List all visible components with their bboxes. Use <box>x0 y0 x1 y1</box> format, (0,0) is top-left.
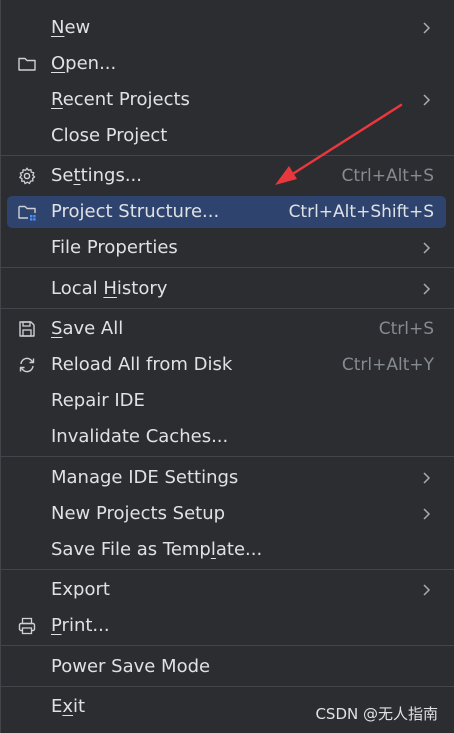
chevron-right-icon <box>423 283 431 295</box>
chevron-right-icon <box>423 242 431 254</box>
menu-item-reload-all-from-disk[interactable]: Reload All from Disk Ctrl+Alt+Y <box>7 349 446 381</box>
watermark: CSDN @无人指南 <box>315 705 438 723</box>
separator <box>1 456 454 457</box>
menu-item-label: File Properties <box>51 237 178 258</box>
print-icon <box>18 617 36 635</box>
file-menu: New Open... Recent Projects Close Projec… <box>0 0 454 733</box>
menu-item-file-properties[interactable]: File Properties <box>7 232 446 264</box>
menu-item-settings[interactable]: Settings... Ctrl+Alt+S <box>7 160 446 192</box>
menu-item-label: Save File as Template... <box>51 539 263 560</box>
menu-item-label: Power Save Mode <box>51 656 211 677</box>
menu-item-label: Reload All from Disk <box>51 354 233 375</box>
menu-item-label: Local History <box>51 278 168 299</box>
separator <box>1 308 454 309</box>
menu-item-label: Recent Projects <box>51 89 190 110</box>
menu-item-recent-projects[interactable]: Recent Projects <box>7 84 446 116</box>
chevron-right-icon <box>423 22 431 34</box>
menu-item-project-structure[interactable]: Project Structure... Ctrl+Alt+Shift+S <box>7 196 446 228</box>
menu-item-print[interactable]: Print... <box>7 610 446 642</box>
chevron-right-icon <box>423 472 431 484</box>
menu-item-power-save-mode[interactable]: Power Save Mode <box>7 651 446 683</box>
menu-item-label: Close Project <box>51 125 168 146</box>
menu-item-label: Save All <box>51 318 124 339</box>
menu-item-label: Settings... <box>51 165 142 186</box>
menu-item-new-projects-setup[interactable]: New Projects Setup <box>7 498 446 530</box>
separator <box>1 569 454 570</box>
separator <box>1 267 454 268</box>
menu-item-label: Invalidate Caches... <box>51 426 229 447</box>
folder-icon <box>18 57 36 71</box>
menu-item-shortcut: Ctrl+Alt+Y <box>341 355 434 375</box>
separator <box>1 645 454 646</box>
menu-item-local-history[interactable]: Local History <box>7 273 446 305</box>
menu-item-invalidate-caches[interactable]: Invalidate Caches... <box>7 421 446 453</box>
menu-item-new[interactable]: New <box>7 12 446 44</box>
save-icon <box>19 321 35 337</box>
menu-item-shortcut: Ctrl+Alt+S <box>341 166 434 186</box>
menu-item-label: Repair IDE <box>51 390 145 411</box>
menu-item-repair-ide[interactable]: Repair IDE <box>7 385 446 417</box>
chevron-right-icon <box>423 584 431 596</box>
menu-item-label: Open... <box>51 53 117 74</box>
menu-item-label: Print... <box>51 615 110 636</box>
reload-icon <box>19 357 35 373</box>
chevron-right-icon <box>423 508 431 520</box>
menu-item-label: Export <box>51 579 110 600</box>
menu-item-shortcut: Ctrl+Alt+Shift+S <box>288 202 434 222</box>
menu-item-label: Manage IDE Settings <box>51 467 239 488</box>
menu-item-label: New Projects Setup <box>51 503 226 524</box>
menu-item-label: Exit <box>51 696 86 717</box>
menu-item-label: New <box>51 17 91 38</box>
menu-item-label: Project Structure... <box>51 201 220 222</box>
menu-item-save-file-as-template[interactable]: Save File as Template... <box>7 534 446 566</box>
menu-item-manage-ide-settings[interactable]: Manage IDE Settings <box>7 462 446 494</box>
menu-item-shortcut: Ctrl+S <box>378 319 434 339</box>
separator <box>1 155 454 156</box>
gear-icon <box>19 167 36 185</box>
separator <box>1 686 454 687</box>
project-structure-icon <box>18 205 36 221</box>
menu-item-close-project[interactable]: Close Project <box>7 120 446 152</box>
menu-item-open[interactable]: Open... <box>7 48 446 80</box>
chevron-right-icon <box>423 94 431 106</box>
menu-item-save-all[interactable]: Save All Ctrl+S <box>7 313 446 345</box>
menu-item-export[interactable]: Export <box>7 574 446 606</box>
